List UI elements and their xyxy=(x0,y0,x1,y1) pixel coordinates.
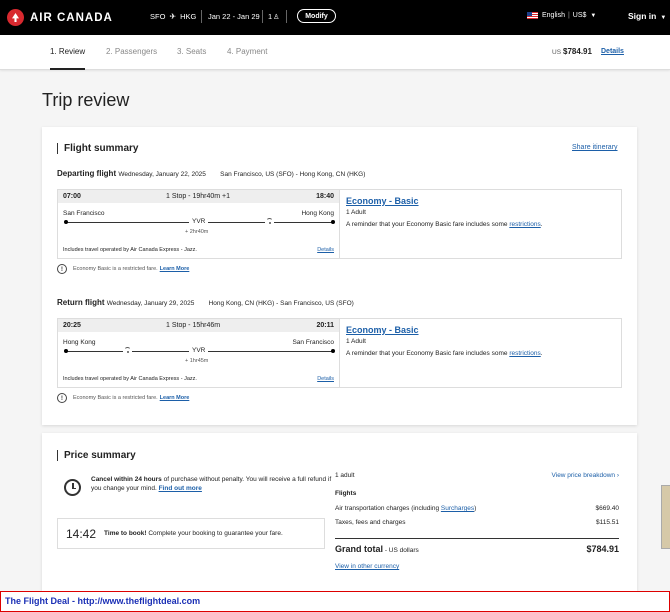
clock-icon xyxy=(64,479,81,496)
flight-summary-card: Flight summary Share itinerary Departing… xyxy=(42,127,637,425)
stops-duration: 1 Stop - 19hr40m +1 xyxy=(166,193,231,200)
fare-info: Economy - Basic 1 Adult A reminder that … xyxy=(346,325,543,357)
find-out-more-link[interactable]: Find out more xyxy=(159,485,202,492)
fare-reminder: A reminder that your Economy Basic fare … xyxy=(346,221,543,228)
stops-duration: 1 Stop - 15hr46m xyxy=(166,322,221,329)
view-other-currency-link[interactable]: View in other currency xyxy=(335,563,399,570)
modify-button[interactable]: Modify xyxy=(297,9,336,23)
grand-total-row: Grand total - US dollars $784.91 xyxy=(335,544,619,554)
return-flight-card: 20:25 1 Stop - 15hr46m 20:11 Hong Kong S… xyxy=(57,318,622,388)
price-summary-title: Price summary xyxy=(57,450,136,461)
restrictions-link[interactable]: restrictions xyxy=(509,221,540,228)
air-amount: $669.40 xyxy=(595,505,620,512)
flight-summary-title: Flight summary xyxy=(57,143,138,154)
chevron-down-icon: ▼ xyxy=(590,12,597,19)
stop-code: YVR xyxy=(189,218,209,225)
destination-city: San Francisco xyxy=(292,339,334,346)
restricted-fare-notice: ! Economy Basic is a restricted fare. Le… xyxy=(57,264,189,274)
language-selector[interactable]: English | US$ ▼ xyxy=(527,12,596,19)
air-transportation-row: Air transportation charges (including Su… xyxy=(335,505,619,512)
view-price-breakdown-link[interactable]: View price breakdown › xyxy=(552,472,619,479)
flight-details-link[interactable]: Details xyxy=(317,247,334,253)
language-label: English xyxy=(542,12,565,19)
top-nav-bar: AIR CANADA SFO ✈ HKG Jan 22 - Jan 29 1♙ … xyxy=(0,0,670,35)
destination-dot xyxy=(331,349,335,353)
operated-by-note: Includes travel operated by Air Canada E… xyxy=(63,376,197,382)
surcharges-link[interactable]: Surcharges xyxy=(441,505,474,512)
arrival-time: 20:11 xyxy=(316,322,334,329)
operated-by-note: Includes travel operated by Air Canada E… xyxy=(63,247,197,253)
booking-timer: 14:42 Time to book! Complete your bookin… xyxy=(57,518,325,549)
footer-banner[interactable]: The Flight Deal - http://www.theflightde… xyxy=(0,591,670,612)
restricted-fare-notice: ! Economy Basic is a restricted fare. Le… xyxy=(57,393,189,403)
step-seats[interactable]: 3. Seats xyxy=(177,47,206,56)
currency-label: US$ xyxy=(572,12,587,19)
destination-code: HKG xyxy=(180,12,197,21)
layover-duration: + 1hr45m xyxy=(185,358,209,364)
fare-passengers: 1 Adult xyxy=(346,338,366,345)
fare-reminder: A reminder that your Economy Basic fare … xyxy=(346,350,543,357)
origin-city: Hong Kong xyxy=(63,339,96,346)
chevron-down-icon: ▼ xyxy=(660,15,667,21)
page-title: Trip review xyxy=(42,90,130,110)
arrival-time: 18:40 xyxy=(316,193,334,200)
restrictions-link[interactable]: restrictions xyxy=(509,350,540,357)
origin-code: SFO xyxy=(150,12,166,21)
trip-route: SFO ✈ HKG xyxy=(150,12,196,21)
departure-time: 07:00 xyxy=(63,193,81,200)
taxes-row: Taxes, fees and charges $115.51 xyxy=(335,519,619,526)
origin-city: San Francisco xyxy=(63,210,105,217)
wifi-icon xyxy=(265,217,274,225)
step-review[interactable]: 1. Review xyxy=(50,47,86,70)
wifi-icon xyxy=(123,346,132,354)
total-price: US $784.91 xyxy=(552,47,592,56)
divider xyxy=(201,10,202,23)
taxes-amount: $115.51 xyxy=(595,519,619,526)
divider xyxy=(262,10,263,23)
feedback-tab[interactable] xyxy=(661,485,670,549)
share-itinerary-link[interactable]: Share itinerary xyxy=(572,144,618,151)
step-payment[interactable]: 4. Payment xyxy=(227,47,267,56)
exclamation-icon: ! xyxy=(57,264,67,274)
flight-details-link[interactable]: Details xyxy=(317,376,334,382)
stop-code: YVR xyxy=(189,347,209,354)
divider xyxy=(286,10,287,23)
origin-dot xyxy=(64,220,68,224)
countdown-timer: 14:42 xyxy=(66,526,97,541)
return-flight-heading: Return flight Wednesday, January 29, 202… xyxy=(57,298,354,307)
brand-name: AIR CANADA xyxy=(30,11,113,24)
price-details-link[interactable]: Details xyxy=(601,48,624,55)
departing-flight-card: 07:00 1 Stop - 19hr40m +1 18:40 San Fran… xyxy=(57,189,622,259)
divider xyxy=(335,538,619,539)
passenger-count: 1 adult xyxy=(335,472,355,479)
booking-steps-bar: 1. Review 2. Passengers 3. Seats 4. Paym… xyxy=(0,35,670,70)
destination-city: Hong Kong xyxy=(301,210,334,217)
learn-more-link[interactable]: Learn More xyxy=(160,266,190,272)
trip-dates: Jan 22 - Jan 29 xyxy=(208,12,260,21)
passenger-count: 1♙ xyxy=(268,12,280,21)
learn-more-link[interactable]: Learn More xyxy=(160,395,190,401)
plane-icon: ✈ xyxy=(169,12,177,21)
person-icon: ♙ xyxy=(273,14,280,21)
exclamation-icon: ! xyxy=(57,393,67,403)
sign-in-button[interactable]: Sign in ▼ xyxy=(628,11,666,21)
origin-dot xyxy=(64,349,68,353)
chevron-right-icon: › xyxy=(616,472,619,479)
cancel-policy: Cancel within 24 hours of purchase witho… xyxy=(64,475,334,496)
us-flag-icon xyxy=(527,12,538,19)
departing-flight-heading: Departing flight Wednesday, January 22, … xyxy=(57,169,366,178)
maple-leaf-icon xyxy=(7,9,24,26)
flights-label: Flights xyxy=(335,490,357,497)
layover-duration: + 2hr40m xyxy=(185,229,209,235)
grand-total-amount: $784.91 xyxy=(586,544,619,554)
fare-passengers: 1 Adult xyxy=(346,209,366,216)
price-summary-card: Price summary Cancel within 24 hours of … xyxy=(42,433,637,591)
fare-info: Economy - Basic 1 Adult A reminder that … xyxy=(346,196,543,228)
fare-name-link[interactable]: Economy - Basic xyxy=(346,196,543,206)
step-passengers[interactable]: 2. Passengers xyxy=(106,47,157,56)
fare-name-link[interactable]: Economy - Basic xyxy=(346,325,543,335)
departure-time: 20:25 xyxy=(63,322,81,329)
destination-dot xyxy=(331,220,335,224)
air-canada-logo[interactable]: AIR CANADA xyxy=(7,9,113,26)
